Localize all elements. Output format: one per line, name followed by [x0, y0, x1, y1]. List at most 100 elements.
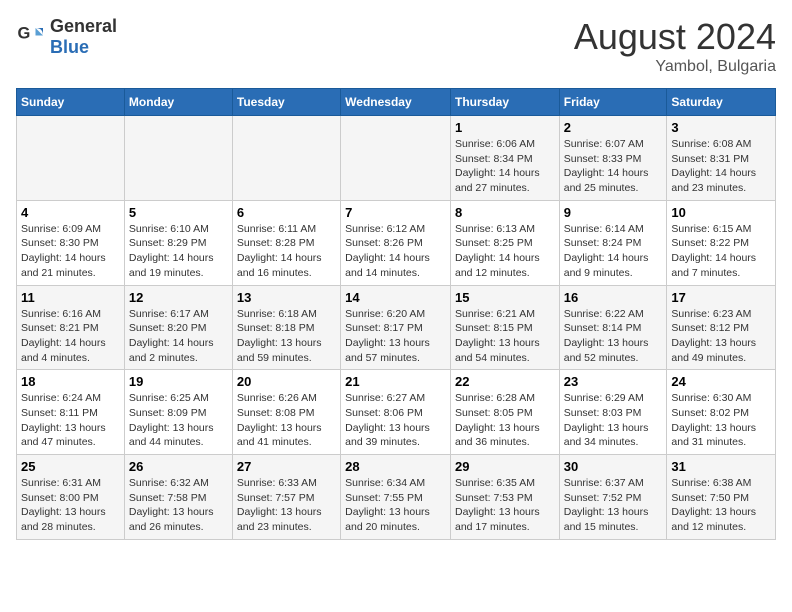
day-number: 17	[671, 290, 771, 305]
day-number: 19	[129, 374, 228, 389]
day-info: Sunrise: 6:07 AM Sunset: 8:33 PM Dayligh…	[564, 137, 663, 196]
calendar-cell: 20Sunrise: 6:26 AM Sunset: 8:08 PM Dayli…	[232, 370, 340, 455]
day-number: 31	[671, 459, 771, 474]
calendar-cell: 30 Sunrise: 6:37 AM Sunset: 7:52 PM Dayli…	[559, 455, 667, 540]
day-info: Sunrise: 6:38 AM Sunset: 7:50 PM Dayligh…	[671, 476, 771, 535]
day-info: Sunrise: 6:15 AM Sunset: 8:22 PM Dayligh…	[671, 222, 771, 281]
calendar-cell: 4 Sunrise: 6:09 AM Sunset: 8:30 PM Daylig…	[17, 200, 125, 285]
day-info: Sunrise: 6:12 AM Sunset: 8:26 PM Dayligh…	[345, 222, 446, 281]
day-number: 16	[564, 290, 663, 305]
header-day-friday: Friday	[559, 89, 667, 116]
calendar-cell: 11 Sunrise: 6:16 AM Sunset: 8:21 PM Dayli…	[17, 285, 125, 370]
calendar-cell: 29 Sunrise: 6:35 AM Sunset: 7:53 PM Dayli…	[450, 455, 559, 540]
calendar-cell: 24Sunrise: 6:30 AM Sunset: 8:02 PM Dayli…	[667, 370, 776, 455]
day-info: Sunrise: 6:31 AM Sunset: 8:00 PM Dayligh…	[21, 476, 120, 535]
day-info: Sunrise: 6:17 AM Sunset: 8:20 PM Dayligh…	[129, 307, 228, 366]
header-day-monday: Monday	[124, 89, 232, 116]
logo-icon: G	[16, 22, 46, 52]
day-info: Sunrise: 6:27 AM Sunset: 8:06 PM Dayligh…	[345, 391, 446, 450]
day-number: 9	[564, 205, 663, 220]
day-info: Sunrise: 6:33 AM Sunset: 7:57 PM Dayligh…	[237, 476, 336, 535]
calendar-cell: 1Sunrise: 6:06 AM Sunset: 8:34 PM Daylig…	[450, 116, 559, 201]
day-info: Sunrise: 6:16 AM Sunset: 8:21 PM Dayligh…	[21, 307, 120, 366]
week-row-2: 4 Sunrise: 6:09 AM Sunset: 8:30 PM Daylig…	[17, 200, 776, 285]
day-number: 26	[129, 459, 228, 474]
day-info: Sunrise: 6:34 AM Sunset: 7:55 PM Dayligh…	[345, 476, 446, 535]
day-info: Sunrise: 6:35 AM Sunset: 7:53 PM Dayligh…	[455, 476, 555, 535]
day-number: 7	[345, 205, 446, 220]
day-number: 29	[455, 459, 555, 474]
header-row: SundayMondayTuesdayWednesdayThursdayFrid…	[17, 89, 776, 116]
calendar-cell: 28 Sunrise: 6:34 AM Sunset: 7:55 PM Dayli…	[341, 455, 451, 540]
day-number: 10	[671, 205, 771, 220]
day-info: Sunrise: 6:06 AM Sunset: 8:34 PM Dayligh…	[455, 137, 555, 196]
calendar-cell: 19 Sunrise: 6:25 AM Sunset: 8:09 PM Dayli…	[124, 370, 232, 455]
calendar-cell	[341, 116, 451, 201]
day-info: Sunrise: 6:37 AM Sunset: 7:52 PM Dayligh…	[564, 476, 663, 535]
calendar-cell	[232, 116, 340, 201]
calendar-cell: 18Sunrise: 6:24 AM Sunset: 8:11 PM Dayli…	[17, 370, 125, 455]
calendar-cell: 25 Sunrise: 6:31 AM Sunset: 8:00 PM Dayli…	[17, 455, 125, 540]
day-info: Sunrise: 6:14 AM Sunset: 8:24 PM Dayligh…	[564, 222, 663, 281]
day-info: Sunrise: 6:24 AM Sunset: 8:11 PM Dayligh…	[21, 391, 120, 450]
calendar-cell: 21 Sunrise: 6:27 AM Sunset: 8:06 PM Dayli…	[341, 370, 451, 455]
day-number: 30	[564, 459, 663, 474]
day-number: 14	[345, 290, 446, 305]
calendar-cell: 7 Sunrise: 6:12 AM Sunset: 8:26 PM Daylig…	[341, 200, 451, 285]
week-row-1: 1Sunrise: 6:06 AM Sunset: 8:34 PM Daylig…	[17, 116, 776, 201]
day-info: Sunrise: 6:30 AM Sunset: 8:02 PM Dayligh…	[671, 391, 771, 450]
day-info: Sunrise: 6:23 AM Sunset: 8:12 PM Dayligh…	[671, 307, 771, 366]
day-number: 12	[129, 290, 228, 305]
calendar-cell: 22 Sunrise: 6:28 AM Sunset: 8:05 PM Dayli…	[450, 370, 559, 455]
calendar-table: SundayMondayTuesdayWednesdayThursdayFrid…	[16, 88, 776, 540]
calendar-cell: 15 Sunrise: 6:21 AM Sunset: 8:15 PM Dayli…	[450, 285, 559, 370]
header-day-sunday: Sunday	[17, 89, 125, 116]
calendar-cell: 17 Sunrise: 6:23 AM Sunset: 8:12 PM Dayli…	[667, 285, 776, 370]
calendar-cell: 14Sunrise: 6:20 AM Sunset: 8:17 PM Dayli…	[341, 285, 451, 370]
header-day-thursday: Thursday	[450, 89, 559, 116]
day-number: 4	[21, 205, 120, 220]
calendar-cell: 10 Sunrise: 6:15 AM Sunset: 8:22 PM Dayli…	[667, 200, 776, 285]
header-day-tuesday: Tuesday	[232, 89, 340, 116]
header-day-wednesday: Wednesday	[341, 89, 451, 116]
day-info: Sunrise: 6:21 AM Sunset: 8:15 PM Dayligh…	[455, 307, 555, 366]
day-number: 28	[345, 459, 446, 474]
day-number: 20	[237, 374, 336, 389]
day-info: Sunrise: 6:25 AM Sunset: 8:09 PM Dayligh…	[129, 391, 228, 450]
day-info: Sunrise: 6:22 AM Sunset: 8:14 PM Dayligh…	[564, 307, 663, 366]
logo: G General Blue	[16, 16, 117, 58]
calendar-body: 1Sunrise: 6:06 AM Sunset: 8:34 PM Daylig…	[17, 116, 776, 540]
day-info: Sunrise: 6:10 AM Sunset: 8:29 PM Dayligh…	[129, 222, 228, 281]
day-info: Sunrise: 6:13 AM Sunset: 8:25 PM Dayligh…	[455, 222, 555, 281]
day-info: Sunrise: 6:28 AM Sunset: 8:05 PM Dayligh…	[455, 391, 555, 450]
day-info: Sunrise: 6:29 AM Sunset: 8:03 PM Dayligh…	[564, 391, 663, 450]
logo-text: General Blue	[50, 16, 117, 58]
day-number: 11	[21, 290, 120, 305]
day-number: 5	[129, 205, 228, 220]
day-number: 15	[455, 290, 555, 305]
day-number: 21	[345, 374, 446, 389]
calendar-cell: 26 Sunrise: 6:32 AM Sunset: 7:58 PM Dayli…	[124, 455, 232, 540]
calendar-cell: 31 Sunrise: 6:38 AM Sunset: 7:50 PM Dayli…	[667, 455, 776, 540]
day-number: 27	[237, 459, 336, 474]
day-info: Sunrise: 6:32 AM Sunset: 7:58 PM Dayligh…	[129, 476, 228, 535]
day-info: Sunrise: 6:11 AM Sunset: 8:28 PM Dayligh…	[237, 222, 336, 281]
calendar-cell: 16 Sunrise: 6:22 AM Sunset: 8:14 PM Dayli…	[559, 285, 667, 370]
day-number: 25	[21, 459, 120, 474]
title-block: August 2024 Yambol, Bulgaria	[574, 16, 776, 76]
day-info: Sunrise: 6:08 AM Sunset: 8:31 PM Dayligh…	[671, 137, 771, 196]
svg-text:G: G	[18, 25, 31, 43]
day-number: 22	[455, 374, 555, 389]
week-row-5: 25 Sunrise: 6:31 AM Sunset: 8:00 PM Dayli…	[17, 455, 776, 540]
day-number: 2	[564, 120, 663, 135]
calendar-cell: 9 Sunrise: 6:14 AM Sunset: 8:24 PM Daylig…	[559, 200, 667, 285]
calendar-cell: 13 Sunrise: 6:18 AM Sunset: 8:18 PM Dayli…	[232, 285, 340, 370]
day-number: 3	[671, 120, 771, 135]
logo-blue: Blue	[50, 37, 89, 57]
day-info: Sunrise: 6:09 AM Sunset: 8:30 PM Dayligh…	[21, 222, 120, 281]
day-number: 13	[237, 290, 336, 305]
calendar-header: SundayMondayTuesdayWednesdayThursdayFrid…	[17, 89, 776, 116]
main-title: August 2024	[574, 16, 776, 58]
day-info: Sunrise: 6:18 AM Sunset: 8:18 PM Dayligh…	[237, 307, 336, 366]
subtitle: Yambol, Bulgaria	[574, 58, 776, 76]
